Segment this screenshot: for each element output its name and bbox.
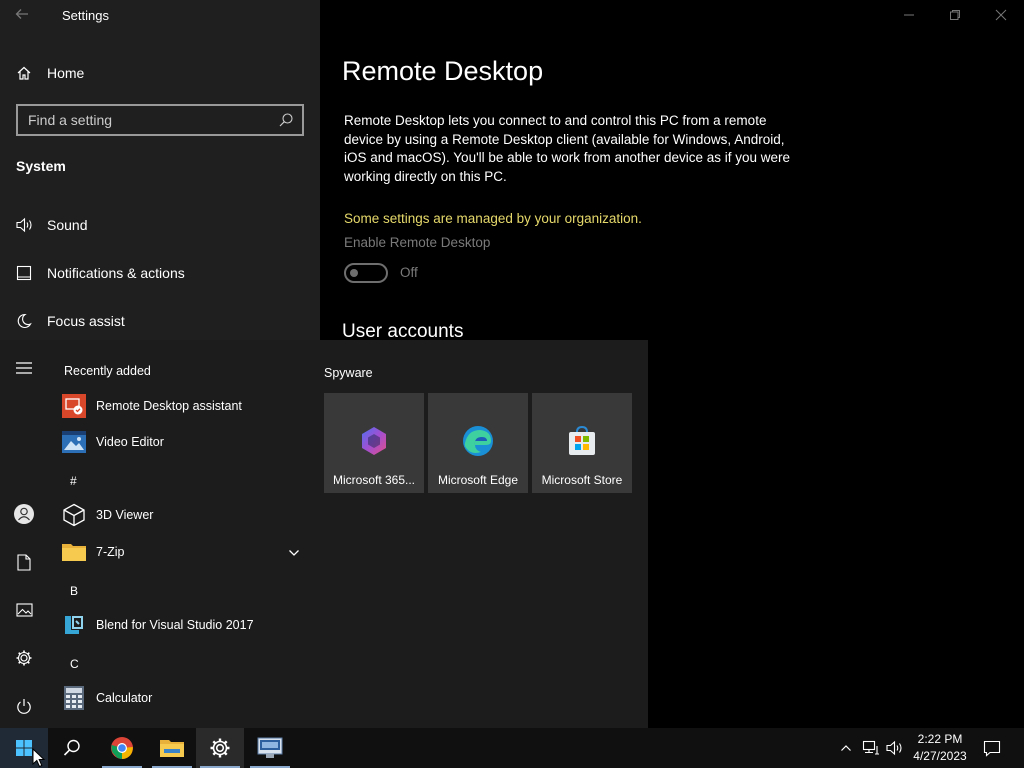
enable-remote-desktop-toggle[interactable]	[344, 263, 388, 283]
sidebar-item-label: Focus assist	[47, 313, 125, 329]
tile-label: Microsoft Store	[541, 473, 623, 487]
sidebar-item-sound[interactable]: Sound	[0, 205, 320, 245]
app-label: 7-Zip	[96, 545, 125, 559]
enable-remote-desktop-label: Enable Remote Desktop	[344, 235, 491, 250]
power-icon[interactable]	[0, 682, 48, 730]
cube-icon	[48, 503, 96, 527]
file-explorer-icon[interactable]	[148, 728, 196, 768]
app-7-zip[interactable]: 7-Zip	[48, 534, 310, 570]
sidebar-item-focus-assist[interactable]: Focus assist	[0, 301, 320, 341]
pictures-icon[interactable]	[0, 586, 48, 634]
app-3d-viewer[interactable]: 3D Viewer	[48, 497, 310, 533]
search-input[interactable]	[18, 106, 302, 134]
recently-added-header: Recently added	[64, 364, 151, 378]
home-icon	[0, 65, 47, 81]
managed-notice: Some settings are managed by your organi…	[344, 211, 642, 226]
network-icon[interactable]	[860, 728, 882, 768]
remote-desktop-assistant-icon	[48, 394, 96, 418]
app-video-editor[interactable]: Video Editor	[48, 424, 310, 460]
letter-header-c[interactable]: C	[70, 657, 79, 671]
page-description: Remote Desktop lets you connect to and c…	[344, 113, 791, 184]
app-label: Remote Desktop assistant	[96, 399, 242, 413]
remote-desktop-icon[interactable]	[246, 728, 294, 768]
action-center-icon[interactable]	[978, 728, 1006, 768]
maximize-icon[interactable]	[932, 4, 978, 28]
window-title: Settings	[62, 8, 109, 23]
app-label: 3D Viewer	[96, 508, 154, 522]
sidebar-item-home[interactable]: Home	[0, 53, 320, 93]
edge-icon	[462, 425, 494, 462]
tile-group-header[interactable]: Spyware	[324, 366, 373, 380]
settings-icon[interactable]	[196, 728, 244, 768]
close-icon[interactable]	[978, 4, 1024, 28]
taskbar-clock[interactable]: 2:22 PM 4/27/2023	[905, 731, 975, 765]
letter-header-hash[interactable]: #	[70, 474, 77, 488]
chevron-up-icon[interactable]	[836, 728, 856, 768]
speaker-icon	[0, 217, 47, 233]
tile-label: Microsoft 365...	[332, 473, 416, 487]
sidebar-item-label: Sound	[47, 217, 88, 233]
sidebar-item-notifications[interactable]: Notifications & actions	[0, 253, 320, 293]
chevron-down-icon[interactable]	[288, 544, 300, 562]
minimize-icon[interactable]	[886, 4, 932, 28]
app-label: Blend for Visual Studio 2017	[96, 618, 254, 632]
toggle-state-label: Off	[400, 265, 418, 280]
calculator-icon	[48, 686, 96, 710]
clock-date: 4/27/2023	[913, 749, 967, 763]
tile-microsoft-store[interactable]: Microsoft Store	[532, 393, 632, 493]
sidebar-item-label: Notifications & actions	[47, 265, 185, 281]
mouse-cursor-icon	[32, 747, 46, 768]
chrome-icon[interactable]	[98, 728, 146, 768]
store-icon	[566, 425, 598, 462]
letter-header-b[interactable]: B	[70, 584, 78, 598]
search-field[interactable]	[16, 104, 304, 136]
page-title: Remote Desktop	[342, 56, 544, 86]
section-title: System	[16, 158, 66, 174]
search-icon[interactable]	[48, 728, 96, 768]
hamburger-icon[interactable]	[0, 344, 48, 392]
user-icon[interactable]	[0, 490, 48, 538]
microsoft-365-icon	[358, 425, 390, 462]
tile-microsoft-365[interactable]: Microsoft 365...	[324, 393, 424, 493]
blend-icon	[48, 613, 96, 637]
document-icon[interactable]	[0, 538, 48, 586]
moon-icon	[0, 313, 47, 329]
tile-label: Microsoft Edge	[437, 473, 519, 487]
app-remote-desktop-assistant[interactable]: Remote Desktop assistant	[48, 388, 310, 424]
settings-icon[interactable]	[0, 634, 48, 682]
sidebar-item-label: Home	[47, 65, 85, 81]
taskbar: 2:22 PM 4/27/2023	[0, 728, 1024, 768]
tile-microsoft-edge[interactable]: Microsoft Edge	[428, 393, 528, 493]
app-label: Video Editor	[96, 435, 164, 449]
start-menu: Recently added Remote Desktop assistant …	[0, 340, 648, 728]
volume-icon[interactable]	[884, 728, 906, 768]
start-rail	[0, 340, 48, 728]
search-icon[interactable]	[278, 112, 294, 133]
video-editor-icon	[48, 431, 96, 453]
toggle-knob	[350, 269, 358, 277]
app-label: Calculator	[96, 691, 153, 705]
app-blend-for-visual-studio[interactable]: Blend for Visual Studio 2017	[48, 607, 310, 643]
back-arrow-icon[interactable]	[14, 6, 36, 26]
notification-icon	[0, 265, 47, 281]
folder-icon	[48, 542, 96, 562]
app-calculator[interactable]: Calculator	[48, 680, 310, 716]
clock-time: 2:22 PM	[917, 732, 963, 746]
